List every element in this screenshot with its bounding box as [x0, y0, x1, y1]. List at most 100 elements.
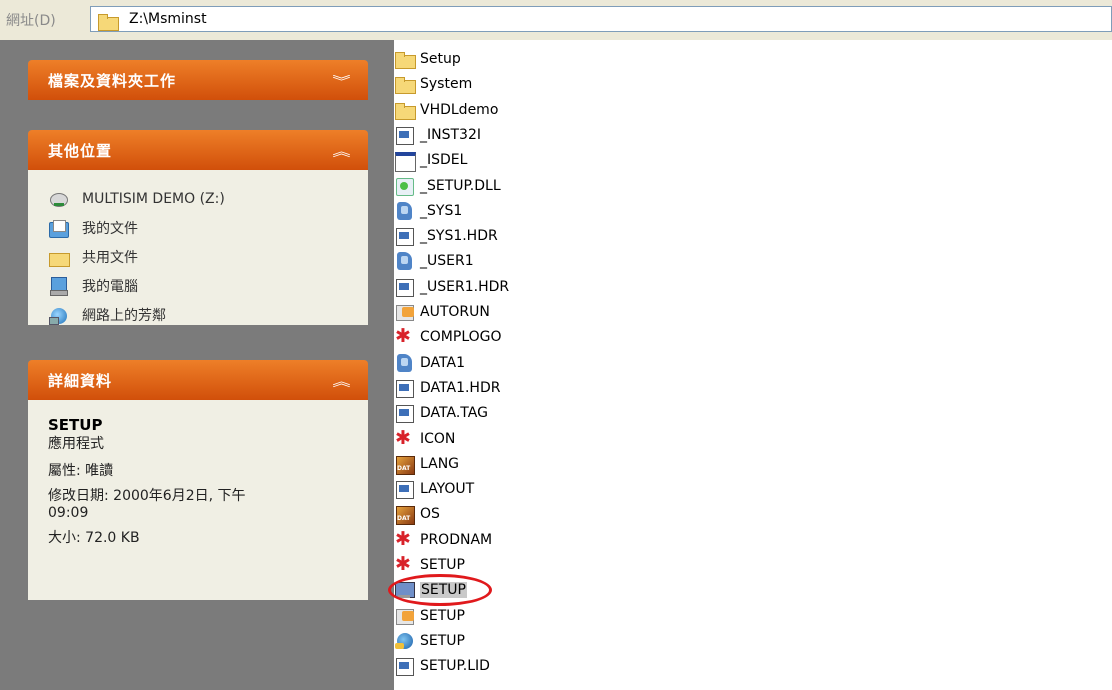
file-item[interactable]: LANG	[394, 451, 459, 477]
red-star-icon	[394, 554, 416, 575]
address-label: 網址(D)	[6, 13, 56, 29]
file-item[interactable]: AUTORUN	[394, 299, 490, 325]
details-modified-date: 修改日期: 2000年6月2日, 下午	[48, 488, 246, 504]
file-name: OS	[420, 506, 440, 523]
file-item[interactable]: _ISDEL	[394, 147, 467, 173]
file-name: VHDLdemo	[420, 101, 499, 118]
document-icon	[394, 378, 416, 398]
file-name: SETUP	[420, 607, 465, 624]
file-name: AUTORUN	[420, 304, 490, 320]
red-star-icon	[394, 326, 416, 347]
place-label: 我的文件	[82, 220, 138, 237]
details-file-name: SETUP	[48, 416, 103, 434]
file-item[interactable]: LAYOUT	[394, 476, 474, 502]
file-name: LANG	[420, 455, 460, 472]
file-name: _ISDEL	[420, 152, 468, 169]
my-computer-icon	[48, 276, 70, 296]
file-item[interactable]: _SETUP.DLL	[394, 173, 501, 199]
highlight-annotation	[388, 574, 492, 606]
collapse-chevron-icon[interactable]: ︽	[332, 141, 350, 160]
document-icon	[394, 403, 416, 424]
details-size: 大小: 72.0 KB	[48, 530, 140, 546]
file-item[interactable]: OS	[394, 501, 440, 527]
red-star-icon	[394, 428, 416, 449]
details-group: 詳細資料 ︽ SETUP 應用程式 屬性: 唯讀 修改日期: 2000年6月2日…	[28, 360, 368, 600]
file-name: DATA1	[420, 354, 465, 371]
collapse-chevron-icon[interactable]: ︽	[332, 371, 350, 390]
drive-icon	[48, 189, 70, 209]
other-places-header[interactable]: 其他位置 ︽	[28, 130, 368, 170]
folder-icon	[394, 100, 416, 120]
file-name: Setup	[420, 51, 461, 67]
file-item[interactable]: _SYS1.HDR	[394, 223, 498, 249]
file-item[interactable]: _INST32I	[394, 122, 481, 148]
details-body: SETUP 應用程式 屬性: 唯讀 修改日期: 2000年6月2日, 下午 09…	[28, 400, 368, 600]
file-tasks-header[interactable]: 檔案及資料夾工作 ︾	[28, 60, 368, 100]
place-multisim-demo[interactable]: MULTISIM DEMO (Z:)	[28, 184, 368, 213]
folder-icon	[97, 11, 119, 31]
file-item[interactable]: System	[394, 71, 472, 97]
cabinet-icon	[394, 201, 416, 221]
place-label: 共用文件	[82, 249, 138, 266]
dat-icon	[394, 454, 416, 475]
file-item[interactable]: COMPLOGO	[394, 324, 502, 350]
other-places-title: 其他位置	[48, 142, 113, 160]
file-item[interactable]: DATA1.HDR	[394, 375, 500, 401]
setup-info-icon	[394, 302, 416, 322]
place-my-computer[interactable]: 我的電腦	[28, 271, 368, 300]
file-item[interactable]: SETUP.LID	[394, 653, 490, 679]
file-name: _SYS1	[420, 202, 463, 219]
red-star-icon	[394, 529, 416, 550]
file-item[interactable]: VHDLdemo	[394, 97, 498, 123]
file-item[interactable]: DATA1	[394, 350, 465, 376]
place-label: 我的電腦	[82, 278, 138, 295]
file-item[interactable]: SETUP	[394, 603, 465, 629]
place-label: 網路上的芳鄰	[82, 307, 166, 324]
address-bar: 網址(D) Z:\Msminst	[0, 0, 1112, 40]
place-my-documents[interactable]: 我的文件	[28, 213, 368, 242]
file-name: System	[420, 76, 473, 93]
place-label: MULTISIM DEMO (Z:)	[82, 190, 225, 207]
document-icon	[394, 479, 416, 500]
file-name: SETUP	[420, 632, 465, 649]
folder-icon	[394, 74, 416, 95]
file-name: _SYS1.HDR	[420, 228, 498, 245]
file-name: DATA.TAG	[420, 405, 488, 422]
file-tasks-group: 檔案及資料夾工作 ︾	[28, 60, 368, 100]
details-header[interactable]: 詳細資料 ︽	[28, 360, 368, 400]
file-item[interactable]: ICON	[394, 426, 455, 452]
details-attributes: 屬性: 唯讀	[48, 463, 114, 479]
address-input[interactable]: Z:\Msminst	[90, 6, 1112, 32]
file-list: Setup System VHDLdemo _INST32I _ISDEL _SETUP.…	[394, 46, 1112, 690]
document-icon	[394, 226, 416, 247]
shared-documents-icon	[48, 247, 70, 267]
details-modified-time: 09:09	[48, 505, 89, 521]
address-path: Z:\Msminst	[129, 11, 207, 27]
other-places-group: 其他位置 ︽ MULTISIM DEMO (Z:) 我的文件 共用文件 我的電腦	[28, 130, 368, 325]
file-item[interactable]: _SYS1	[394, 198, 462, 224]
place-network[interactable]: 網路上的芳鄰	[28, 300, 368, 329]
document-icon	[394, 125, 416, 145]
file-item[interactable]: Setup	[394, 46, 461, 72]
file-name: _SETUP.DLL	[420, 177, 501, 194]
file-item[interactable]: PRODNAM	[394, 527, 492, 553]
place-shared-documents[interactable]: 共用文件	[28, 242, 368, 271]
file-item[interactable]: SETUP	[394, 628, 465, 654]
file-item[interactable]: DATA.TAG	[394, 400, 488, 426]
network-places-icon	[48, 305, 70, 325]
file-name: COMPLOGO	[420, 329, 502, 346]
cabinet-icon	[394, 353, 416, 373]
dat-icon	[394, 504, 416, 526]
details-title: 詳細資料	[48, 372, 113, 390]
folder-icon	[394, 49, 416, 69]
globe-icon	[394, 631, 416, 651]
setup-info-icon	[394, 606, 416, 626]
document-icon	[394, 277, 416, 297]
expand-chevron-icon[interactable]: ︾	[332, 71, 350, 90]
file-item[interactable]: _USER1.HDR	[394, 274, 509, 300]
file-name: SETUP.LID	[420, 658, 490, 675]
file-item[interactable]: _USER1	[394, 248, 474, 274]
file-name: DATA1.HDR	[420, 379, 501, 396]
task-pane: 檔案及資料夾工作 ︾ 其他位置 ︽ MULTISIM DEMO (Z:) 我的文…	[0, 40, 394, 690]
other-places-body: MULTISIM DEMO (Z:) 我的文件 共用文件 我的電腦 網路上的芳鄰	[28, 170, 368, 325]
